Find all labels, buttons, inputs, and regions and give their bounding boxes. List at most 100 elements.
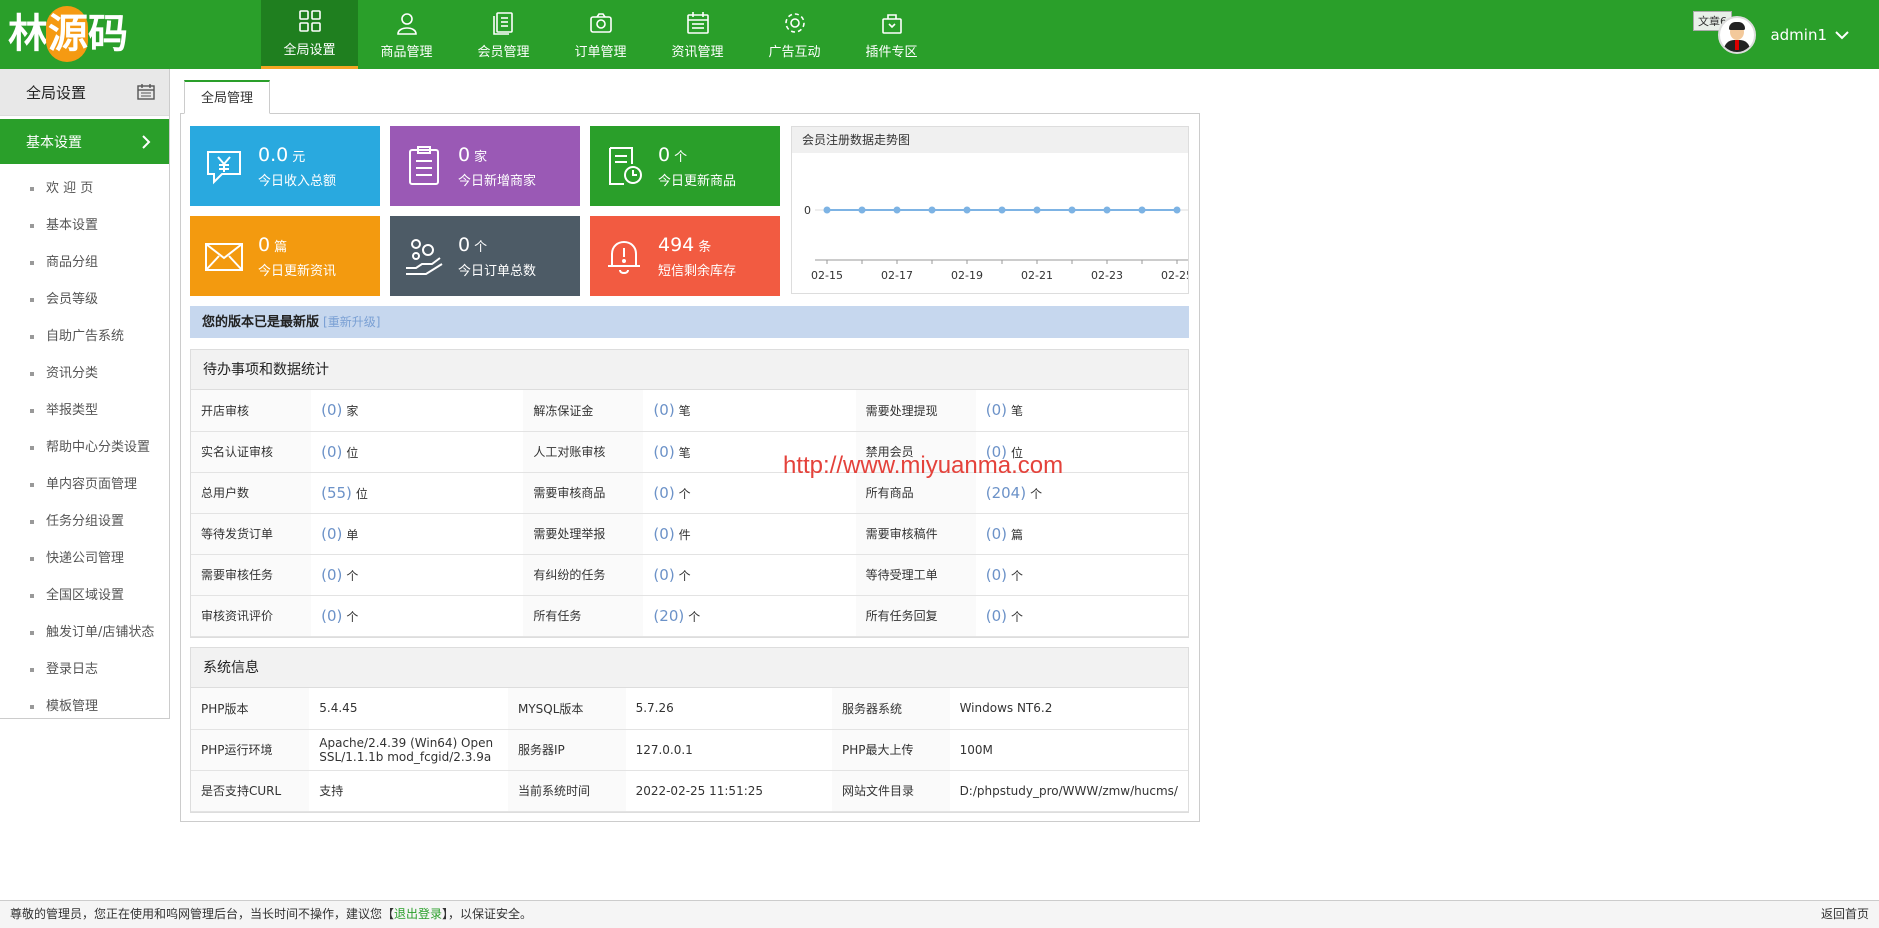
data-point[interactable] bbox=[963, 206, 971, 214]
stat-card[interactable]: 494 条短信剩余库存 bbox=[590, 216, 780, 296]
count-unit: 位 bbox=[355, 486, 368, 501]
table-row: 等待发货订单 (0) 单需要处理举报 (0) 件需要审核稿件 (0) 篇 bbox=[191, 513, 1188, 555]
stat-card[interactable]: 0.0 元今日收入总额 bbox=[190, 126, 380, 206]
avatar[interactable] bbox=[1718, 16, 1757, 54]
row-value[interactable]: (0) 个 bbox=[975, 554, 1188, 596]
data-point[interactable] bbox=[998, 206, 1006, 214]
stat-unit: 元 bbox=[292, 149, 306, 165]
nav-item-4[interactable]: 资讯管理 bbox=[649, 0, 746, 69]
stat-card[interactable]: 0 家今日新增商家 bbox=[390, 126, 580, 206]
sidebar-item[interactable]: 单内容页面管理 bbox=[0, 466, 169, 503]
data-point[interactable] bbox=[823, 206, 831, 214]
stat-label: 今日更新资讯 bbox=[258, 263, 337, 279]
sidebar-item[interactable]: 基本设置 bbox=[0, 207, 169, 244]
tab-global-management[interactable]: 全局管理 bbox=[184, 80, 271, 114]
sidebar-item[interactable]: 自助广告系统 bbox=[0, 318, 169, 355]
count-value[interactable]: (0) bbox=[653, 566, 674, 584]
row-value[interactable]: (0) 单 bbox=[311, 513, 524, 555]
count-value[interactable]: (0) bbox=[321, 607, 342, 625]
nav-item-5[interactable]: 广告互动 bbox=[746, 0, 843, 69]
logo[interactable]: 林源码 bbox=[8, 6, 153, 62]
sidebar-item[interactable]: 登录日志 bbox=[0, 651, 169, 688]
row-value[interactable]: (0) 位 bbox=[311, 431, 524, 473]
count-value[interactable]: (0) bbox=[321, 401, 342, 419]
count-value[interactable]: (0) bbox=[321, 566, 342, 584]
row-value[interactable]: (0) 个 bbox=[311, 554, 524, 596]
logout-link[interactable]: 退出登录 bbox=[394, 907, 442, 921]
data-point[interactable] bbox=[893, 206, 901, 214]
nav-item-2[interactable]: 会员管理 bbox=[455, 0, 552, 69]
sidebar-item[interactable]: 商品分组 bbox=[0, 244, 169, 281]
count-value[interactable]: (55) bbox=[321, 484, 352, 502]
sidebar-item[interactable]: 模板管理 bbox=[0, 688, 169, 725]
count-value[interactable]: (0) bbox=[986, 525, 1007, 543]
stat-card[interactable]: 0 篇今日更新资讯 bbox=[190, 216, 380, 296]
list-icon bbox=[492, 11, 513, 35]
row-value[interactable]: (55) 位 bbox=[311, 472, 524, 514]
stat-card[interactable]: 0 个今日更新商品 bbox=[590, 126, 780, 206]
data-point[interactable] bbox=[1138, 206, 1146, 214]
count-value[interactable]: (0) bbox=[986, 401, 1007, 419]
data-point[interactable] bbox=[858, 206, 866, 214]
count-value[interactable]: (204) bbox=[986, 484, 1026, 502]
count-value[interactable]: (0) bbox=[653, 525, 674, 543]
count-value[interactable]: (0) bbox=[653, 401, 674, 419]
sidebar-item[interactable]: 触发订单/店铺状态 bbox=[0, 614, 169, 651]
stat-card[interactable]: 0 个今日订单总数 bbox=[390, 216, 580, 296]
row-value[interactable]: (0) 家 bbox=[311, 390, 524, 432]
stat-label: 今日订单总数 bbox=[458, 263, 537, 279]
data-point[interactable] bbox=[1103, 206, 1111, 214]
sidebar-item[interactable]: 举报类型 bbox=[0, 392, 169, 429]
count-value[interactable]: (0) bbox=[986, 566, 1007, 584]
stat-unit: 个 bbox=[674, 149, 688, 165]
camera-icon bbox=[589, 12, 612, 33]
row-value: Apache/2.4.39 (Win64) OpenSSL/1.1.1b mod… bbox=[309, 729, 508, 771]
count-value[interactable]: (0) bbox=[653, 443, 674, 461]
row-value: 支持 bbox=[309, 770, 508, 812]
row-key: 当前系统时间 bbox=[507, 770, 626, 812]
chevron-down-icon[interactable] bbox=[1835, 30, 1849, 40]
row-value[interactable]: (0) 篇 bbox=[975, 513, 1188, 555]
sidebar-item[interactable]: 欢 迎 页 bbox=[0, 170, 169, 207]
tab-bar: 全局管理 bbox=[184, 80, 271, 114]
upgrade-link[interactable]: [重新升级] bbox=[323, 315, 380, 329]
sidebar-item[interactable]: 会员等级 bbox=[0, 281, 169, 318]
nav-item-3[interactable]: 订单管理 bbox=[552, 0, 649, 69]
row-value[interactable]: (0) 个 bbox=[643, 554, 856, 596]
nav-item-1[interactable]: 商品管理 bbox=[358, 0, 455, 69]
user-menu[interactable]: admin1 bbox=[1718, 10, 1849, 60]
row-value[interactable]: (0) 个 bbox=[311, 595, 524, 637]
sidebar-item[interactable]: 快递公司管理 bbox=[0, 540, 169, 577]
count-value[interactable]: (0) bbox=[321, 525, 342, 543]
count-unit: 个 bbox=[688, 609, 701, 624]
row-value[interactable]: (0) 笔 bbox=[643, 390, 856, 432]
stat-label: 今日新增商家 bbox=[458, 173, 537, 189]
user-name[interactable]: admin1 bbox=[1770, 26, 1827, 44]
row-value[interactable]: (0) 个 bbox=[975, 595, 1188, 637]
chart-plot: 0 02-15 02-17 02-19 02-21 02-23 02-25 bbox=[804, 204, 1193, 282]
sidebar-item[interactable]: 帮助中心分类设置 bbox=[0, 429, 169, 466]
data-point[interactable] bbox=[928, 206, 936, 214]
row-value[interactable]: (0) 笔 bbox=[975, 390, 1188, 432]
count-unit: 个 bbox=[346, 609, 359, 624]
count-value[interactable]: (0) bbox=[986, 607, 1007, 625]
back-home-link[interactable]: 返回首页 bbox=[1821, 901, 1869, 928]
nav-item-0[interactable]: 全局设置 bbox=[261, 0, 358, 69]
user-icon bbox=[396, 12, 417, 35]
data-point[interactable] bbox=[1173, 206, 1181, 214]
calendar-icon[interactable] bbox=[137, 84, 155, 100]
row-value[interactable]: (0) 件 bbox=[643, 513, 856, 555]
count-unit: 笔 bbox=[678, 445, 691, 460]
count-value[interactable]: (20) bbox=[653, 607, 684, 625]
sidebar-item[interactable]: 任务分组设置 bbox=[0, 503, 169, 540]
sidebar-item[interactable]: 全国区域设置 bbox=[0, 577, 169, 614]
count-value[interactable]: (0) bbox=[321, 443, 342, 461]
data-point[interactable] bbox=[1033, 206, 1041, 214]
data-point[interactable] bbox=[1068, 206, 1076, 214]
row-value[interactable]: (20) 个 bbox=[643, 595, 856, 637]
sidebar-item-active[interactable]: 基本设置 bbox=[0, 119, 169, 164]
count-value[interactable]: (0) bbox=[653, 484, 674, 502]
nav-item-6[interactable]: 插件专区 bbox=[843, 0, 940, 69]
row-key: 服务器IP bbox=[507, 729, 626, 771]
sidebar-item[interactable]: 资讯分类 bbox=[0, 355, 169, 392]
